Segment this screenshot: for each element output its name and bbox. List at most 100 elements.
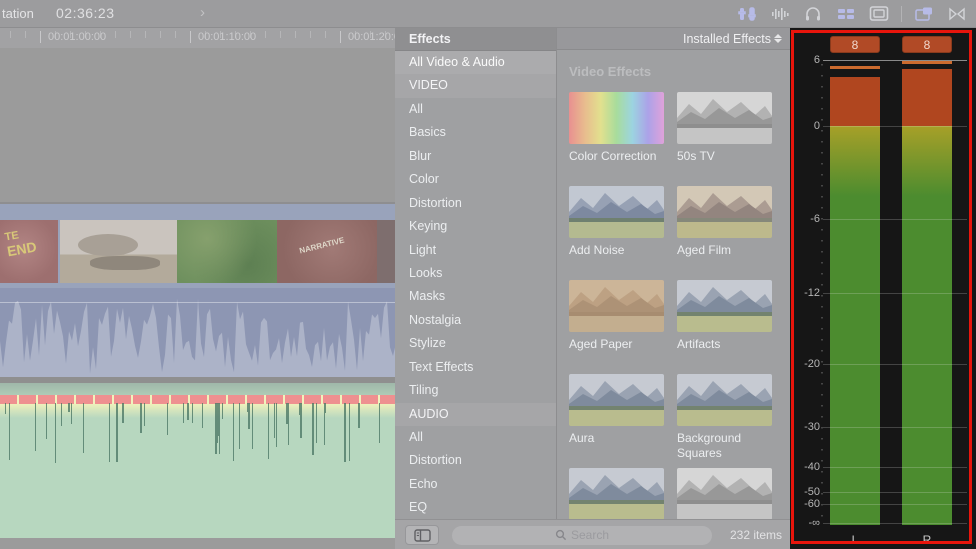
meter-gridline-0 [823, 126, 967, 127]
effect-thumbnail-blank [677, 468, 772, 519]
headphones-icon[interactable] [802, 5, 824, 23]
meter-scale-label-60: -60 [804, 498, 820, 510]
installed-effects-popup[interactable]: Installed Effects [557, 28, 790, 50]
timecode-display[interactable]: 02:36:23 [56, 5, 115, 21]
search-placeholder: Search [570, 528, 610, 542]
ruler-timecode: 00:01:10:00 [198, 31, 257, 43]
effect-thumbnail-aura [569, 374, 664, 426]
effects-sidebar-item-audio[interactable]: AUDIO [395, 402, 556, 426]
sidebar-toggle-button[interactable] [405, 525, 439, 545]
effect-item-background-squares[interactable]: Background Squares [677, 374, 772, 460]
meter-bar-l [830, 77, 880, 525]
ruler-minor-tick [325, 31, 326, 38]
effect-label-color-correction: Color Correction [569, 149, 657, 163]
clip-thumbnail-partial [377, 220, 395, 283]
meter-gridline-30 [823, 427, 967, 428]
peak-value-r: 8 [902, 36, 952, 53]
effects-sidebar-item-light[interactable]: Light [395, 239, 556, 262]
meter-gridline-blank [823, 523, 967, 524]
meter-gridline-12 [823, 293, 967, 294]
installed-effects-label: Installed Effects [682, 31, 771, 46]
audio-meters-panel: 6 0 -6 -12 -20 -30 -40 -50 -60 -∞ 8 L 8 R [790, 28, 976, 549]
ruler-major-tick [40, 31, 41, 43]
audio-waveform-clip[interactable] [0, 288, 395, 377]
effects-sidebar-item-eq[interactable]: EQ [395, 496, 556, 519]
effect-item-50s-tv[interactable]: 50s TV [677, 92, 772, 178]
effect-thumbnail-aged-film [677, 186, 772, 238]
video-clip-filmstrip[interactable]: TE END NARRATIVE [0, 202, 395, 290]
meter-gridline-6 [823, 60, 967, 61]
effects-sidebar-item-video[interactable]: VIDEO [395, 74, 556, 98]
meter-scale-label-blank: -∞ [808, 517, 820, 529]
updown-chevrons-icon [774, 34, 782, 43]
effect-thumbnail-50s-tv [677, 92, 772, 144]
ruler-timecode: 00:01:00:00 [48, 31, 107, 43]
effects-sidebar-item-text-effects[interactable]: Text Effects [395, 356, 556, 379]
meter-gridline-20 [823, 364, 967, 365]
effects-sidebar-item-masks[interactable]: Masks [395, 285, 556, 308]
effects-sidebar-item-looks[interactable]: Looks [395, 262, 556, 285]
effect-thumbnail-artifacts [677, 280, 772, 332]
items-count-label: 232 items [729, 528, 782, 542]
effects-sidebar-item-blur[interactable]: Blur [395, 145, 556, 168]
top-toolbar: tation 02:36:23 › [0, 0, 976, 28]
ruler-minor-tick [130, 31, 131, 38]
ruler-major-tick [190, 31, 191, 43]
effects-sidebar-item-echo[interactable]: Echo [395, 473, 556, 496]
effects-sidebar-item-keying[interactable]: Keying [395, 215, 556, 238]
picture-in-picture-icon[interactable] [913, 5, 935, 23]
audio-level-clip[interactable] [0, 383, 395, 538]
effect-item-add-noise[interactable]: Add Noise [569, 186, 664, 272]
effect-item-artifacts[interactable]: Artifacts [677, 280, 772, 366]
film-frame-icon[interactable] [868, 5, 890, 23]
effects-sidebar-item-distortion[interactable]: Distortion [395, 192, 556, 215]
peak-value-l: 8 [830, 36, 880, 53]
effect-item-aged-paper[interactable]: Aged Paper [569, 280, 664, 366]
meter-minor-ticks [821, 64, 823, 520]
meter-gridline-50 [823, 492, 967, 493]
audio-fader-icon[interactable] [736, 5, 758, 23]
timeline-ruler[interactable]: 00:01:00:00 00:01:10:00 00:01:20:00 [0, 28, 395, 49]
clip-thumbnail-cartoon [60, 220, 177, 283]
waveform-icon[interactable] [769, 5, 791, 23]
ruler-minor-tick [25, 31, 26, 38]
effects-panel-title: Effects [395, 28, 556, 51]
transition-icon[interactable] [946, 5, 968, 23]
clip-thumbnail-green-art [177, 220, 277, 283]
search-icon [555, 529, 567, 541]
effect-label-aura: Aura [569, 431, 595, 445]
ruler-minor-tick [280, 31, 281, 38]
chevron-right-icon: › [200, 4, 205, 21]
clip-thumbnail-narrative: NARRATIVE [277, 220, 377, 283]
effect-item-blank[interactable] [569, 468, 664, 519]
effects-sidebar-item-distortion[interactable]: Distortion [395, 449, 556, 472]
effects-sidebar-item-all[interactable]: All [395, 426, 556, 449]
search-input[interactable]: Search [452, 525, 712, 545]
toolbar-separator [901, 5, 902, 22]
ruler-minor-tick [310, 31, 311, 38]
ruler-minor-tick [175, 31, 176, 38]
peak-hold-line-r [902, 61, 952, 64]
effect-item-color-correction[interactable]: Color Correction [569, 92, 664, 178]
meter-scale-label-40: -40 [804, 461, 820, 473]
effects-sidebar-item-color[interactable]: Color [395, 168, 556, 191]
effect-label-aged-paper: Aged Paper [569, 337, 633, 351]
audio-meter-icon[interactable] [835, 5, 857, 23]
ruler-minor-tick [115, 31, 116, 38]
effects-sidebar-item-stylize[interactable]: Stylize [395, 332, 556, 355]
effect-label-aged-film: Aged Film [677, 243, 732, 257]
effects-sidebar-item-all[interactable]: All [395, 98, 556, 121]
fcp-window: tation 02:36:23 › 00:01:00:00 00:01:10:0… [0, 0, 976, 549]
effects-sidebar-item-tiling[interactable]: Tiling [395, 379, 556, 402]
effect-item-blank[interactable] [677, 468, 772, 519]
timeline: TE END NARRATIVE [0, 48, 395, 549]
meter-gridline-6 [823, 219, 967, 220]
channel-label-r: R [922, 533, 932, 547]
effects-grid-scroll[interactable]: Video Effects Color Correction 50s TV Add … [557, 50, 790, 519]
effects-sidebar-item-basics[interactable]: Basics [395, 121, 556, 144]
effects-sidebar-item-all-video-audio[interactable]: All Video & Audio [395, 51, 556, 75]
meter-bar-r [902, 69, 952, 525]
effect-item-aged-film[interactable]: Aged Film [677, 186, 772, 272]
effect-item-aura[interactable]: Aura [569, 374, 664, 460]
effects-sidebar-item-nostalgia[interactable]: Nostalgia [395, 309, 556, 332]
